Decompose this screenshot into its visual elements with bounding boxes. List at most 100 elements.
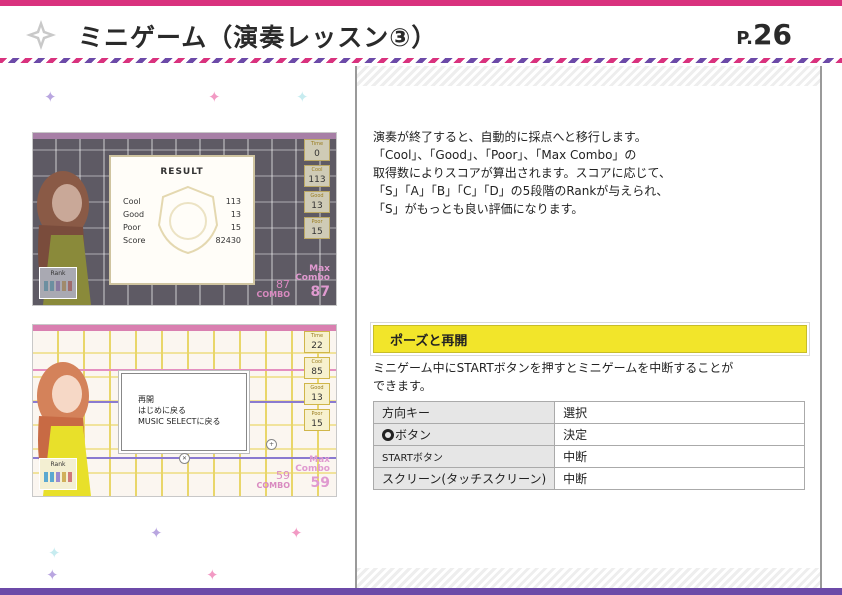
result-title: RESULT [160,167,204,177]
stage-top-bar [33,325,336,331]
stats-column: Time 22 Cool 85 Good 13 Poor 15 [304,331,330,435]
table-row: スクリーン(タッチスクリーン) 中断 [372,467,805,490]
sparkle-icon: ✦ [296,88,309,106]
rank-label: Rank [50,270,66,277]
stat-value: 15 [311,227,323,237]
combo-value: 59 [276,469,290,482]
control-action: 中断 [554,445,805,468]
page-header: ミニゲーム（演奏レッスン③） P.26 [0,6,842,56]
page-number-value: 26 [753,18,792,51]
table-row: ボタン 決定 [372,423,805,446]
result-row-value: 82430 [215,236,241,245]
controls-table: 方向キー 選択 ボタン 決定 STARTボタン 中断 スクリーン(タッチスクリー… [372,401,805,490]
result-row: Cool 113 [123,195,241,208]
rank-meter: Rank [39,458,77,490]
combo-counter: 59 COMBO [256,466,290,490]
stats-column: Time 0 Cool 113 Good 13 Poor 15 [304,139,330,243]
stat-label: Poor [311,219,323,225]
stat-time: Time 22 [304,331,330,353]
stat-good: Good 13 [304,383,330,405]
result-screenshot: Rank RESULT Cool 113 Good 13 Poor 15 Score 8… [32,132,337,306]
hatch-band-top [357,66,822,86]
stat-value: 113 [308,175,326,185]
control-action: 選択 [554,401,805,424]
max-combo-label: Max Combo [295,264,330,283]
sparkle-icon: ✦ [290,524,303,542]
stat-cool: Cool 113 [304,165,330,187]
page-number: P.26 [736,18,792,51]
combo-label: COMBO [256,481,290,490]
stat-label: Cool [311,167,323,173]
section-heading-text: ポーズと再開 [390,334,468,349]
pause-section-heading: ポーズと再開 [373,325,807,353]
result-row-value: 15 [230,223,241,232]
stat-label: Good [310,193,324,199]
sparkle-logo-icon [26,20,56,50]
target-note-icon: + [266,439,277,450]
result-row-value: 113 [225,197,241,206]
page-prefix: P. [736,28,754,49]
stat-good: Good 13 [304,191,330,213]
description-line: 「S」がもっとも良い評価になります。 [373,202,584,216]
pause-menu: 再開 はじめに戻る MUSIC SELECTに戻る [138,394,220,427]
sparkle-icon: ✦ [44,88,57,106]
result-row-value: 13 [230,210,241,219]
combo-counter: 87 COMBO [256,275,290,299]
table-row: 方向キー 選択 [372,401,805,424]
stat-label: Time [310,333,324,339]
stat-value: 85 [311,367,323,377]
control-key-label: ボタン [395,428,432,442]
sparkle-icon: ✦ [46,566,59,584]
pause-description: ミニゲーム中にSTARTボタンを押すとミニゲームを中断することが できます。 [373,359,813,395]
control-action: 決定 [554,423,805,446]
rank-meter: Rank [39,267,77,299]
max-combo-value: 87 [310,284,330,300]
bottom-color-band [0,588,842,595]
stat-value: 13 [311,393,323,403]
pause-menu-dialog: 再開 はじめに戻る MUSIC SELECTに戻る [121,373,247,451]
result-row: Score 82430 [123,234,241,247]
max-combo-counter: Max Combo 59 [295,456,330,491]
pause-menu-item[interactable]: 再開 [138,394,220,405]
circle-button-icon [382,429,394,441]
result-row: Poor 15 [123,221,241,234]
sparkle-icon: ✦ [206,566,219,584]
pause-menu-item[interactable]: MUSIC SELECTに戻る [138,416,220,427]
result-description: 演奏が終了すると、自動的に採点へと移行します。 「Cool」、「Good」、「P… [373,128,813,218]
page-title: ミニゲーム（演奏レッスン③） [78,23,438,52]
stat-label: Good [310,385,324,391]
stat-value: 0 [314,149,320,159]
stage-top-bar [33,133,336,139]
stat-value: 13 [311,201,323,211]
sparkle-icon: ✦ [150,524,163,542]
stat-value: 15 [311,419,323,429]
max-combo-counter: Max Combo 87 [295,264,330,300]
result-row-label: Good [123,210,145,219]
result-row: Good 13 [123,208,241,221]
stat-label: Poor [311,411,323,417]
rank-bars [40,281,76,291]
control-key: ボタン [372,423,556,446]
right-border [820,66,822,588]
result-rows: Cool 113 Good 13 Poor 15 Score 82430 [123,195,241,247]
stat-poor: Poor 15 [304,217,330,239]
rank-bars [40,472,76,482]
combo-label: COMBO [256,290,290,299]
max-combo-value: 59 [310,475,330,491]
header-stripe [0,58,842,63]
pause-screenshot: Rank 再開 はじめに戻る MUSIC SELECTに戻る ✕ + Time 2… [32,324,337,497]
result-dialog: RESULT Cool 113 Good 13 Poor 15 Score 82430 [109,155,255,285]
result-row-label: Cool [123,197,141,206]
result-row-label: Score [123,236,146,245]
stat-label: Time [310,141,324,147]
control-key: STARTボタン [372,445,556,468]
pause-menu-item[interactable]: はじめに戻る [138,405,220,416]
table-row: STARTボタン 中断 [372,445,805,468]
description-line: 「Cool」、「Good」、「Poor」、「Max Combo」の [373,148,637,162]
stat-poor: Poor 15 [304,409,330,431]
description-line: 「S」「A」「B」「C」「D」の5段階のRankが与えられ、 [373,184,669,198]
description-line: 演奏が終了すると、自動的に採点へと移行します。 [373,130,647,144]
control-action: 中断 [554,467,805,490]
sparkle-icon: ✦ [208,88,221,106]
combo-value: 87 [276,278,290,291]
